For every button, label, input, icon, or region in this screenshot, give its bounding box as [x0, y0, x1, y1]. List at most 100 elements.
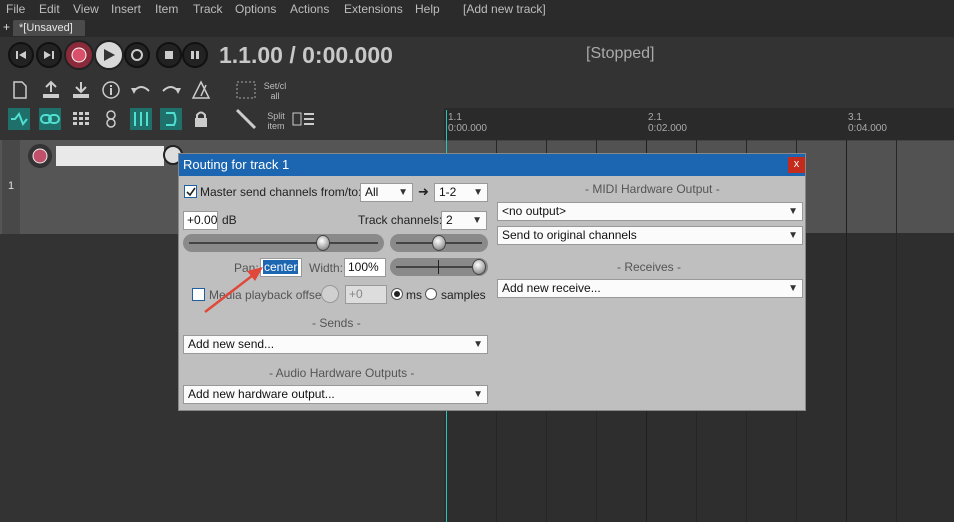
- ruler-bar-2-label: 2.1: [648, 112, 662, 123]
- skip-forward-icon: [44, 51, 54, 59]
- add-receive-dropdown[interactable]: Add new receive... ▼: [497, 279, 803, 298]
- track-number: 1: [8, 180, 15, 192]
- menu-insert[interactable]: Insert: [111, 2, 141, 16]
- open-project-icon[interactable]: [40, 79, 62, 101]
- selection-box-icon: [236, 81, 256, 99]
- ruler-bar-1: 1.1 0:00.000: [448, 112, 487, 134]
- record-arm-icon: [32, 148, 48, 164]
- item-grouping-icon[interactable]: [39, 108, 61, 130]
- undo-icon[interactable]: [130, 79, 152, 101]
- ripple-icon: [11, 112, 28, 126]
- add-send-text: Add new send...: [188, 337, 275, 351]
- chevron-down-icon: ▼: [473, 339, 483, 350]
- media-offset-knob[interactable]: [321, 285, 339, 303]
- bracket-icon: [166, 112, 177, 126]
- menu-options[interactable]: Options: [235, 2, 276, 16]
- close-button[interactable]: x: [788, 157, 805, 173]
- timeline-ruler[interactable]: 1.1 0:00.000 2.1 0:02.000 3.1 0:04.000: [444, 108, 954, 141]
- ms-radio[interactable]: [391, 288, 403, 300]
- go-to-start-button[interactable]: [8, 42, 34, 68]
- checkmark-icon: [186, 187, 196, 197]
- record-icon: [71, 47, 87, 63]
- track-channels-value: 2: [446, 213, 453, 227]
- track-channels-dropdown[interactable]: 2 ▼: [441, 211, 487, 230]
- width-slider[interactable]: [390, 258, 488, 276]
- master-send-from-dropdown[interactable]: All ▼: [360, 183, 413, 202]
- redo-icon[interactable]: [160, 79, 182, 101]
- menu-item[interactable]: Item: [155, 2, 178, 16]
- track-record-arm-button[interactable]: [28, 144, 52, 168]
- record-button[interactable]: [64, 40, 94, 70]
- new-project-icon[interactable]: [9, 79, 31, 101]
- snap-grid-icon[interactable]: [130, 108, 152, 130]
- volume-slider-thumb[interactable]: [316, 235, 330, 251]
- project-tab-bar: [0, 19, 954, 37]
- track-name-field[interactable]: [56, 146, 164, 166]
- go-to-end-button[interactable]: [36, 42, 62, 68]
- envelope-link-icon[interactable]: [100, 108, 122, 130]
- list-icon: [292, 112, 314, 126]
- midi-hw-output-header: - MIDI Hardware Output -: [585, 182, 720, 196]
- new-tab-button[interactable]: +: [3, 20, 10, 34]
- chevron-down-icon: ▼: [788, 230, 798, 241]
- ruler-bar-1-time: 0:00.000: [448, 123, 487, 134]
- menu-view[interactable]: View: [73, 2, 99, 16]
- stop-icon: [165, 51, 173, 59]
- media-offset-input[interactable]: +0: [345, 285, 387, 304]
- set-clear-all-icon[interactable]: [235, 79, 257, 101]
- volume-unit-label: dB: [222, 213, 237, 227]
- metronome-shape-icon: [191, 80, 211, 99]
- knife-icon: [235, 108, 257, 130]
- samples-radio[interactable]: [425, 288, 437, 300]
- split-item-label: Split item: [262, 111, 290, 131]
- add-send-dropdown[interactable]: Add new send... ▼: [183, 335, 488, 354]
- track-number-strip: 1: [2, 140, 20, 234]
- crossfade-icon[interactable]: [160, 108, 182, 130]
- pause-button[interactable]: [182, 42, 208, 68]
- project-tab[interactable]: *[Unsaved]: [13, 20, 85, 36]
- menu-track[interactable]: Track: [193, 2, 223, 16]
- lock-icon[interactable]: [190, 108, 212, 130]
- chevron-down-icon: ▼: [398, 187, 408, 198]
- document-icon: [13, 81, 27, 99]
- padlock-icon: [195, 111, 207, 127]
- metronome-icon[interactable]: [190, 79, 212, 101]
- project-info-icon[interactable]: [100, 79, 122, 101]
- info-icon: [102, 81, 120, 99]
- chevron-down-icon: ▼: [788, 283, 798, 294]
- save-project-icon[interactable]: [70, 79, 92, 101]
- volume-slider[interactable]: [183, 234, 384, 252]
- menu-help[interactable]: Help: [415, 2, 440, 16]
- pan-slider-thumb[interactable]: [432, 235, 446, 251]
- width-slider-thumb[interactable]: [472, 259, 486, 275]
- ruler-bar-3-time: 0:04.000: [848, 123, 887, 134]
- midi-output-dropdown[interactable]: <no output> ▼: [497, 202, 803, 221]
- menu-actions[interactable]: Actions: [290, 2, 329, 16]
- pan-slider[interactable]: [390, 234, 488, 252]
- play-button[interactable]: [94, 40, 124, 70]
- item-properties-icon[interactable]: [292, 108, 314, 130]
- repeat-button[interactable]: [124, 42, 150, 68]
- midi-channels-dropdown[interactable]: Send to original channels ▼: [497, 226, 803, 245]
- radio-dot-icon: [394, 291, 400, 297]
- menu-add-new-track[interactable]: [Add new track]: [463, 2, 546, 16]
- menu-file[interactable]: File: [6, 2, 25, 16]
- menu-extensions[interactable]: Extensions: [344, 2, 403, 16]
- split-label-line2: item: [267, 121, 285, 131]
- redo-arrow-icon: [162, 86, 181, 94]
- link-icon: [40, 114, 60, 124]
- master-send-checkbox[interactable]: [184, 185, 197, 198]
- grid-line: [896, 140, 897, 522]
- master-send-to-dropdown[interactable]: 1-2 ▼: [434, 183, 488, 202]
- ripple-editing-icon[interactable]: [8, 108, 30, 130]
- add-hw-output-dropdown[interactable]: Add new hardware output... ▼: [183, 385, 488, 404]
- width-input[interactable]: 100%: [344, 258, 386, 277]
- grid-snap-icon[interactable]: [70, 108, 92, 130]
- volume-input[interactable]: +0.00: [183, 211, 218, 230]
- menu-edit[interactable]: Edit: [39, 2, 60, 16]
- split-item-icon[interactable]: [235, 108, 257, 130]
- arrow-right-icon: ➜: [418, 184, 429, 199]
- stop-button[interactable]: [156, 42, 182, 68]
- dialog-titlebar[interactable]: Routing for track 1 x: [179, 154, 805, 176]
- master-send-from-value: All: [365, 185, 379, 199]
